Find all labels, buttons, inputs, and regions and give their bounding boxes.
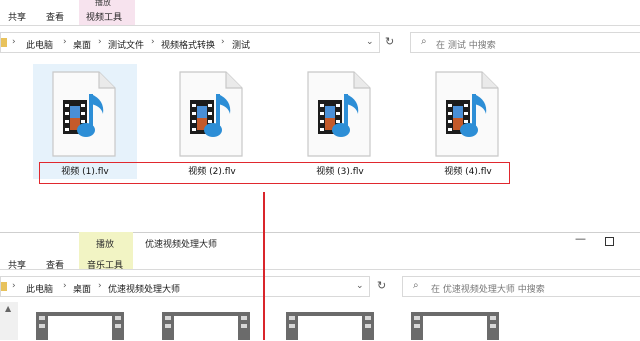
search-input[interactable]: ⌕ 在 测试 中搜索 xyxy=(410,32,640,53)
chevron-down-icon[interactable]: ⌄ xyxy=(366,37,374,47)
breadcrumb-item[interactable]: 测试文件 xyxy=(108,38,144,51)
video-thumbnail[interactable] xyxy=(286,312,374,340)
window-title: 优速视频处理大师 xyxy=(145,240,218,250)
breadcrumb-separator: › xyxy=(63,281,67,291)
breadcrumb-separator: › xyxy=(12,37,16,47)
scrollbar[interactable]: ▲ xyxy=(0,302,18,340)
tab-music-tools[interactable]: 音乐工具 xyxy=(87,258,123,271)
search-placeholder: 在 测试 中搜索 xyxy=(436,41,496,51)
tab-view[interactable]: 查看 xyxy=(46,10,64,23)
media-file-icon xyxy=(52,71,116,157)
breadcrumb-item[interactable]: 桌面 xyxy=(73,282,91,295)
scroll-up-icon[interactable]: ▲ xyxy=(5,304,11,313)
folder-icon xyxy=(1,38,7,47)
context-group-label: 播放 xyxy=(95,0,111,7)
video-thumbnail[interactable] xyxy=(411,312,499,340)
breadcrumb-separator: › xyxy=(63,37,67,47)
media-file-icon xyxy=(435,71,499,157)
breadcrumb-item[interactable]: 优速视频处理大师 xyxy=(108,282,180,295)
search-placeholder: 在 优速视频处理大师 中搜索 xyxy=(431,285,545,295)
breadcrumb-separator: › xyxy=(151,37,155,47)
tab-video-tools[interactable]: 视频工具 xyxy=(86,10,122,23)
address-row: › 此电脑 › 桌面 › 测试文件 › 视频格式转换 › 测试 ⌄ ↻ ⌕ 在 … xyxy=(0,30,640,56)
video-thumbnail[interactable] xyxy=(162,312,250,340)
tab-share[interactable]: 共享 xyxy=(8,10,26,23)
breadcrumb-separator: › xyxy=(98,281,102,291)
address-bar[interactable]: › 此电脑 › 桌面 › 测试文件 › 视频格式转换 › 测试 ⌄ xyxy=(0,32,380,53)
tab-view[interactable]: 查看 xyxy=(46,258,64,271)
media-file-icon xyxy=(179,71,243,157)
breadcrumb-separator: › xyxy=(98,37,102,47)
breadcrumb-item[interactable]: 测试 xyxy=(232,38,250,51)
context-group-label: 播放 xyxy=(96,240,115,250)
refresh-icon[interactable]: ↻ xyxy=(377,279,386,292)
breadcrumb-separator: › xyxy=(12,281,16,291)
chevron-down-icon[interactable]: ⌄ xyxy=(356,281,364,291)
breadcrumb-item[interactable]: 此电脑 xyxy=(26,282,53,295)
annotation-arrow-line xyxy=(263,192,265,340)
breadcrumb-separator: › xyxy=(221,37,225,47)
ribbon-tab-bar: 共享 查看 播放 视频工具 xyxy=(0,0,640,26)
search-input[interactable]: ⌕ 在 优速视频处理大师 中搜索 xyxy=(402,276,640,297)
video-thumbnail[interactable] xyxy=(36,312,124,340)
highlight-box xyxy=(39,162,510,184)
tab-share[interactable]: 共享 xyxy=(8,258,26,271)
breadcrumb-item[interactable]: 此电脑 xyxy=(26,38,53,51)
search-icon: ⌕ xyxy=(413,280,419,291)
breadcrumb-item[interactable]: 视频格式转换 xyxy=(161,38,215,51)
maximize-icon[interactable] xyxy=(605,237,614,246)
minimize-icon[interactable]: — xyxy=(575,232,586,245)
refresh-icon[interactable]: ↻ xyxy=(385,35,394,48)
address-bar[interactable]: › 此电脑 › 桌面 › 优速视频处理大师 ⌄ xyxy=(0,276,370,297)
search-icon: ⌕ xyxy=(421,36,427,47)
media-file-icon xyxy=(307,71,371,157)
folder-icon xyxy=(1,282,7,291)
breadcrumb-item[interactable]: 桌面 xyxy=(73,38,91,51)
